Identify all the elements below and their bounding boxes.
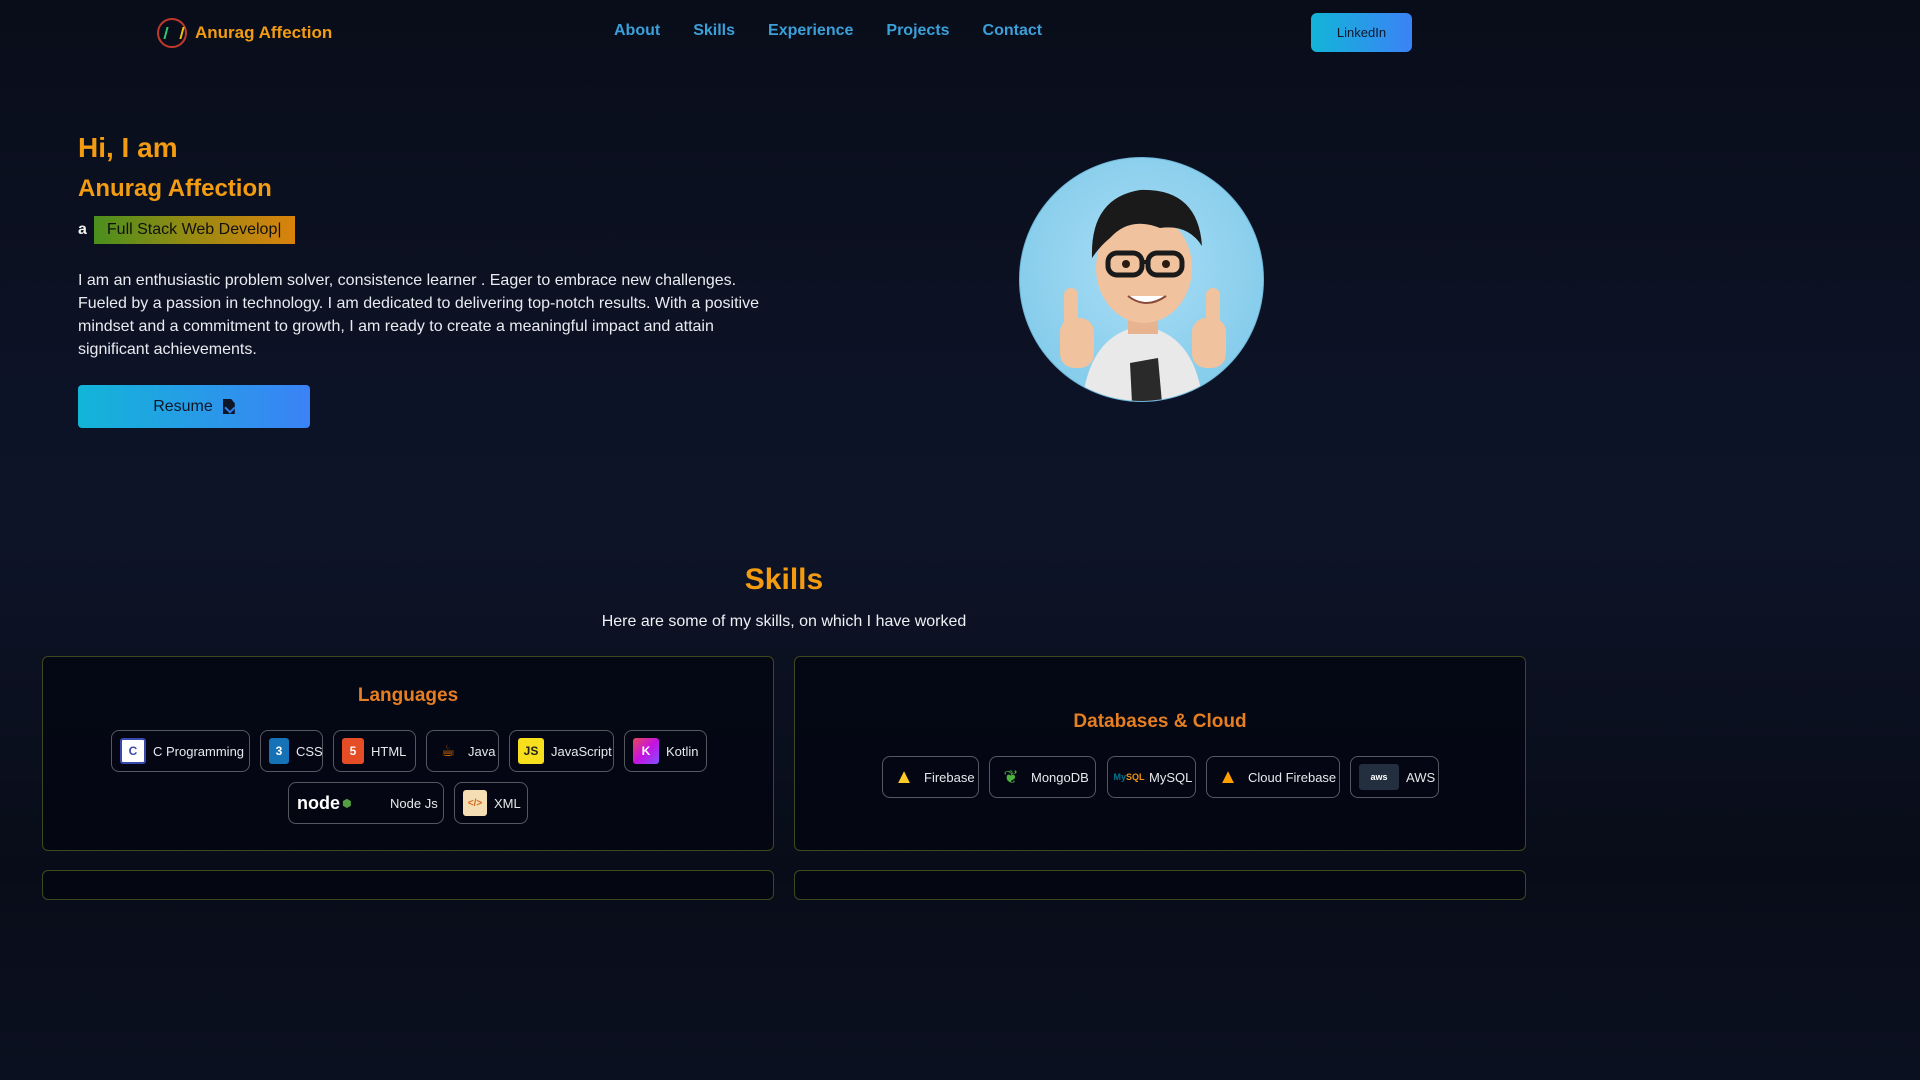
skill-chip-cloud-firebase[interactable]: ▲ Cloud Firebase — [1206, 756, 1340, 798]
languages-title: Languages — [357, 685, 459, 706]
skill-label: HTML — [371, 743, 407, 759]
role-prefix: a — [78, 221, 87, 238]
brand-name: Anurag Affection — [195, 23, 333, 42]
skill-label: Cloud Firebase — [1248, 769, 1337, 785]
avatar — [1019, 157, 1264, 402]
skill-chip-xml[interactable]: </> XML — [454, 782, 528, 824]
avatar-illustration — [1060, 189, 1226, 401]
nav-link-about[interactable]: About — [614, 22, 660, 40]
resume-button[interactable]: Resume — [78, 385, 310, 428]
skill-label: Node Js — [390, 795, 438, 811]
aws-icon: aws — [1359, 764, 1399, 790]
nav-links: About Skills Experience Projects Contact — [614, 22, 1042, 40]
skill-chip-aws[interactable]: aws AWS — [1350, 756, 1439, 798]
skill-chip-node-js[interactable]: node ⬢ Node Js — [288, 782, 444, 824]
skill-label: JavaScript — [551, 743, 612, 759]
mongodb-icon: ❦ — [1003, 766, 1019, 787]
skill-chip-mysql[interactable]: My SQL MySQL — [1107, 756, 1196, 798]
javascript-icon: JS — [518, 738, 544, 764]
skill-chip-mongodb[interactable]: ❦ MongoDB — [989, 756, 1096, 798]
skill-label: MySQL — [1149, 769, 1193, 785]
skill-chip-html[interactable]: 5 HTML — [333, 730, 416, 772]
next-skill-card-left — [42, 870, 774, 900]
mysql-icon: My SQL — [1113, 772, 1145, 782]
skill-label: MongoDB — [1031, 769, 1089, 785]
nav-link-experience[interactable]: Experience — [768, 22, 853, 40]
skill-chip-javascript[interactable]: JS JavaScript — [509, 730, 614, 772]
c-programming-icon: C — [120, 738, 146, 764]
brand-link[interactable]: Anurag Affection — [157, 18, 332, 48]
java-icon: ☕ — [440, 743, 456, 760]
skill-label: Firebase — [924, 769, 975, 785]
css-icon: 3 — [269, 738, 289, 764]
nav-link-skills[interactable]: Skills — [693, 22, 735, 40]
linkedin-button[interactable]: LinkedIn — [1311, 13, 1412, 52]
firebase-icon: ▲ — [894, 765, 914, 788]
nav-link-contact[interactable]: Contact — [983, 22, 1043, 40]
hero-role: a Full Stack Web Develop| — [78, 216, 295, 244]
html-icon: 5 — [342, 738, 364, 764]
databases-cloud-card: Databases & Cloud ▲ Firebase ❦ MongoDB M… — [794, 656, 1526, 851]
hero-greeting: Hi, I am — [78, 132, 178, 163]
skill-label: XML — [494, 795, 521, 811]
skill-label: AWS — [1406, 769, 1436, 785]
top-navbar: Anurag Affection About Skills Experience… — [0, 0, 1568, 66]
file-download-icon — [222, 399, 235, 414]
role-typewriter-badge: Full Stack Web Develop| — [93, 216, 295, 244]
cloud-firebase-icon: ▲ — [1218, 765, 1238, 788]
next-skill-card-right — [794, 870, 1526, 900]
resume-label: Resume — [153, 397, 213, 415]
skill-label: C Programming — [153, 743, 245, 759]
skill-chip-kotlin[interactable]: K Kotlin — [624, 730, 707, 772]
skill-chip-c-programming[interactable]: C C Programming — [111, 730, 250, 772]
kotlin-icon: K — [633, 738, 659, 764]
xml-icon: </> — [463, 790, 487, 816]
skills-title: Skills — [744, 563, 824, 596]
skill-chip-firebase[interactable]: ▲ Firebase — [882, 756, 979, 798]
skill-chip-java[interactable]: ☕ Java — [426, 730, 499, 772]
hero-bio: I am an enthusiastic problem solver, con… — [78, 272, 759, 358]
nav-link-projects[interactable]: Projects — [886, 22, 949, 40]
skill-label: Java — [468, 743, 496, 759]
hero-name: Anurag Affection — [78, 175, 272, 202]
brand-logo-icon — [157, 18, 187, 48]
languages-card: Languages C C Programming 3 CSS 5 HTML ☕… — [42, 656, 774, 851]
skill-label: CSS — [296, 743, 323, 759]
node-js-icon: node ⬢ — [297, 792, 352, 813]
skills-subtitle: Here are some of my skills, on which I h… — [601, 613, 967, 630]
databases-cloud-title: Databases & Cloud — [1073, 711, 1247, 732]
skill-label: Kotlin — [666, 743, 699, 759]
skill-chip-css[interactable]: 3 CSS — [260, 730, 323, 772]
